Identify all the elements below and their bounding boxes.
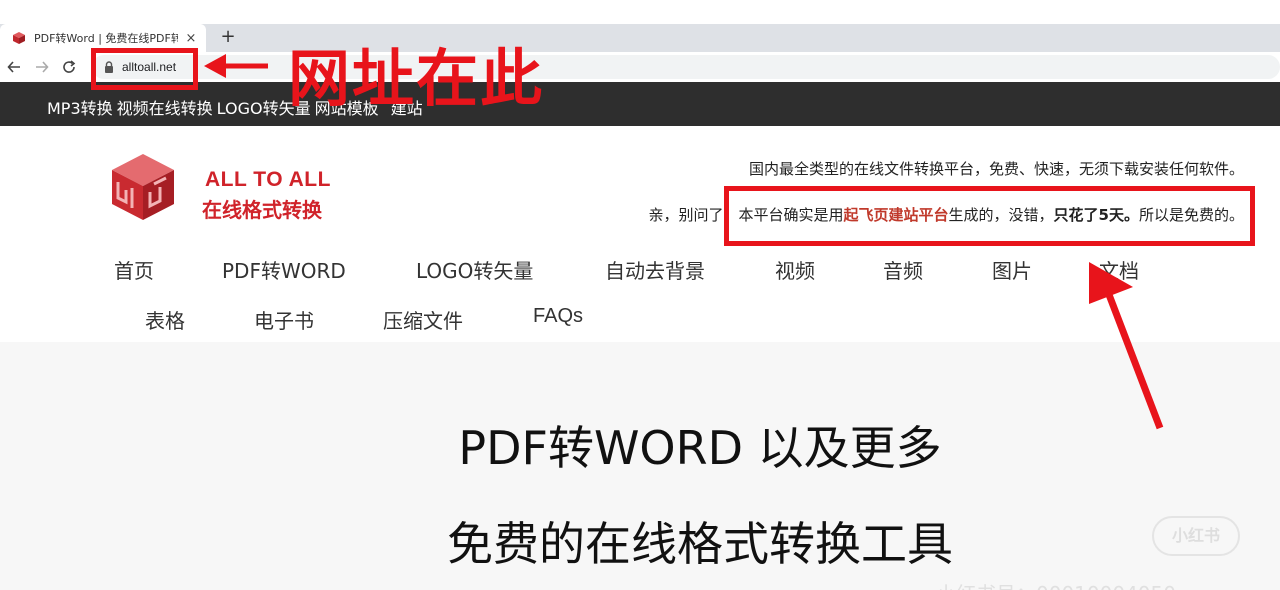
hero-title: PDF转WORD 以及更多: [458, 421, 942, 475]
notice-highlight-box: [724, 186, 1255, 246]
site-tagline: 国内最全类型的在线文件转换平台，免费、快速，无须下载安装任何软件。: [748, 160, 1244, 178]
close-icon[interactable]: ×: [184, 31, 198, 46]
nav-item-video[interactable]: 视频: [775, 255, 815, 284]
nav-item-home[interactable]: 首页: [114, 255, 154, 284]
site-logo[interactable]: [110, 152, 176, 222]
nav-item-pdf-word[interactable]: PDF转WORD: [222, 255, 346, 284]
site-favicon-icon: [13, 32, 25, 44]
page: PDF转Word | 免费在线PDF转W × + alltoall.net MP…: [0, 0, 1280, 590]
nav-item-spreadsheet[interactable]: 表格: [145, 305, 185, 334]
nav-item-image[interactable]: 图片: [992, 255, 1032, 284]
watermark-id: 小红书号：00010004050: [936, 578, 1176, 590]
hero-section: PDF转WORD 以及更多 免费的在线格式转换工具 小红书 小红书号：00010…: [0, 342, 1280, 590]
annotation-label: 网址在此: [288, 42, 545, 115]
topbar-link-video[interactable]: 视频在线转换: [117, 95, 213, 119]
hero-subtitle: 免费的在线格式转换工具: [447, 517, 953, 571]
address-bar[interactable]: alltoall.net: [92, 55, 1280, 79]
new-tab-button[interactable]: +: [216, 25, 240, 49]
top-strip: [0, 0, 1280, 24]
brand-name-cn: 在线格式转换: [202, 198, 322, 222]
nav-item-ebook[interactable]: 电子书: [254, 305, 314, 334]
nav-item-audio[interactable]: 音频: [883, 255, 923, 284]
nav-item-archive[interactable]: 压缩文件: [383, 305, 463, 334]
brand-name-en: ALL TO ALL: [205, 168, 331, 191]
reload-button[interactable]: [57, 55, 81, 79]
watermark-logo: 小红书: [1152, 516, 1240, 556]
forward-button[interactable]: [30, 55, 54, 79]
url-highlight-box: [91, 48, 198, 90]
back-button[interactable]: [2, 55, 26, 79]
tab-title: PDF转Word | 免费在线PDF转W: [34, 32, 178, 45]
nav-item-faqs[interactable]: FAQs: [533, 305, 583, 328]
nav-item-logo-vector[interactable]: LOGO转矢量: [416, 255, 533, 284]
nav-item-document[interactable]: 文档: [1099, 255, 1139, 284]
arrow-right-icon: [36, 61, 49, 73]
nav-item-remove-bg[interactable]: 自动去背景: [605, 255, 705, 284]
topbar-link-mp3[interactable]: MP3转换: [47, 95, 113, 119]
reload-icon: [63, 60, 76, 73]
arrow-left-icon: [7, 61, 20, 73]
